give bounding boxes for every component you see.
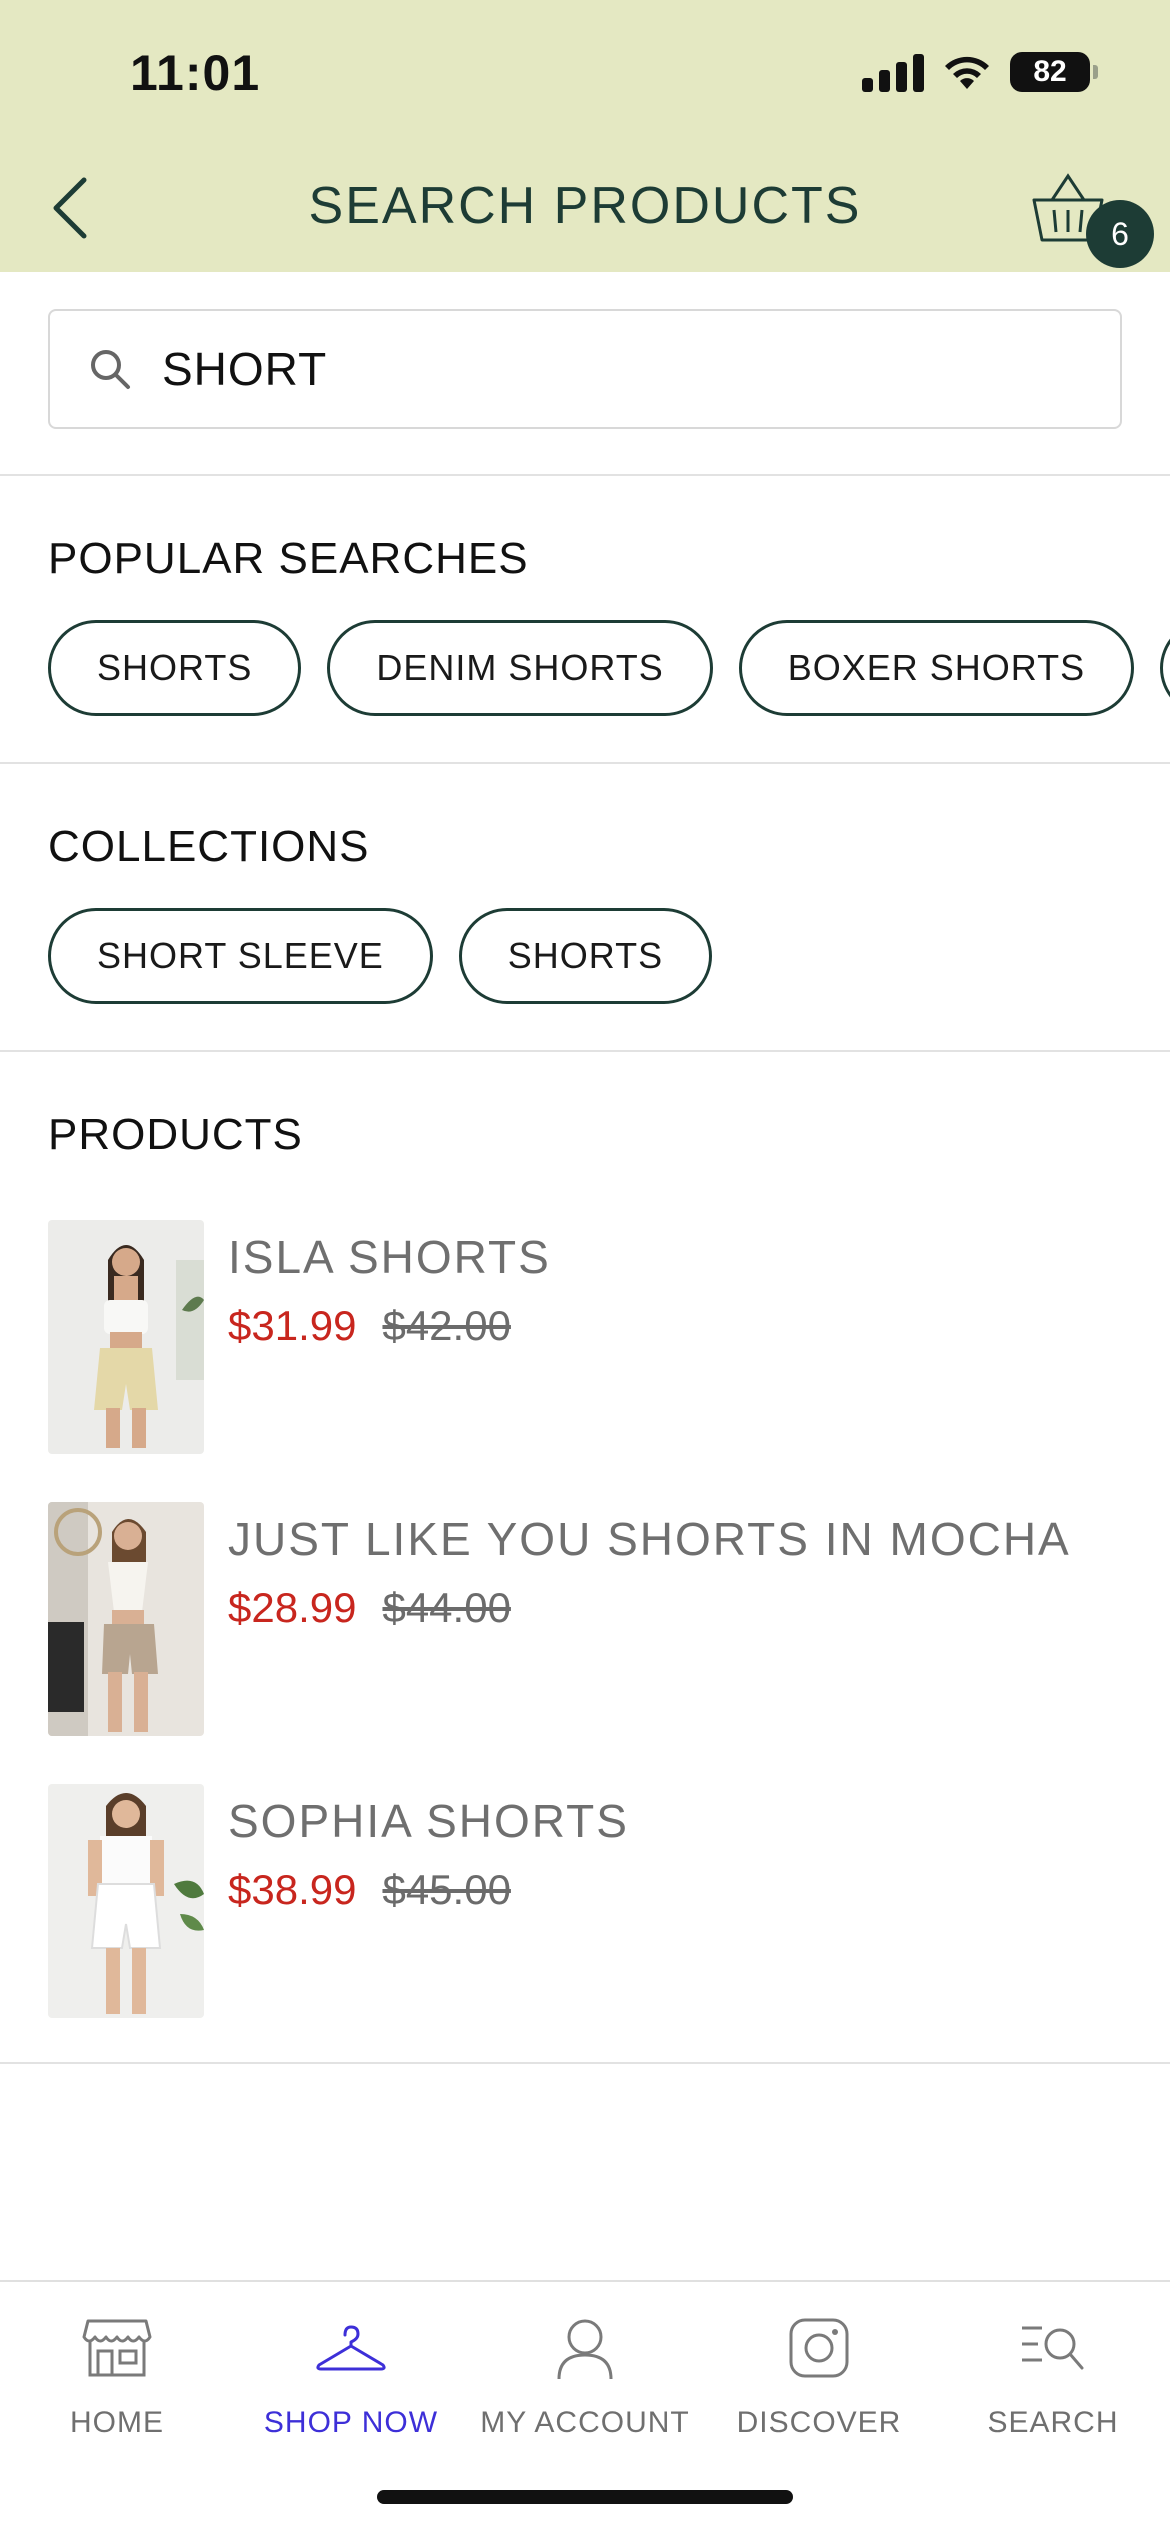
popular-searches-heading: POPULAR SEARCHES — [48, 534, 529, 583]
hanger-icon — [234, 2308, 468, 2388]
cart-count-badge: 6 — [1086, 200, 1154, 268]
divider — [0, 474, 1170, 476]
divider — [0, 1050, 1170, 1052]
search-icon — [88, 347, 132, 391]
tab-search[interactable]: SEARCH — [936, 2308, 1170, 2440]
sale-price: $31.99 — [228, 1302, 357, 1349]
cellular-signal-icon — [862, 52, 924, 92]
product-item[interactable]: ISLA SHORTS $31.99 $42.00 — [48, 1220, 1122, 1454]
tab-label: MY ACCOUNT — [480, 2406, 690, 2439]
tab-discover[interactable]: DISCOVER — [702, 2308, 936, 2440]
products-heading: PRODUCTS — [48, 1110, 303, 1159]
chip-boxer-shorts[interactable]: BOXER SHORTS — [738, 620, 1135, 716]
divider — [0, 762, 1170, 764]
popular-search-chips: SHORTS DENIM SHORTS BOXER SHORTS — [48, 620, 1170, 716]
status-time: 11:01 — [130, 45, 261, 101]
status-icons: 82 — [862, 52, 1098, 92]
search-input[interactable] — [162, 342, 1062, 396]
tab-label: DISCOVER — [736, 2406, 902, 2439]
page-title: SEARCH PRODUCTS — [308, 177, 862, 235]
original-price: $45.00 — [382, 1866, 511, 1913]
product-name: SOPHIA SHORTS — [228, 1795, 629, 1847]
tab-my-account[interactable]: MY ACCOUNT — [468, 2308, 702, 2440]
battery-icon: 82 — [1010, 52, 1098, 92]
tab-label: HOME — [70, 2406, 164, 2439]
original-price: $42.00 — [382, 1302, 511, 1349]
original-price: $44.00 — [382, 1584, 511, 1631]
chip-denim-shorts[interactable]: DENIM SHORTS — [327, 620, 713, 716]
app-header: 11:01 82 SEARCH PRODUCTS 6 — [0, 0, 1170, 272]
instagram-icon — [702, 2308, 936, 2388]
product-image — [48, 1784, 204, 2018]
divider — [0, 2062, 1170, 2064]
tab-shop-now[interactable]: SHOP NOW — [234, 2308, 468, 2440]
product-name: ISLA SHORTS — [228, 1231, 551, 1283]
collection-chips: SHORT SLEEVE SHORTS — [48, 908, 713, 1004]
home-indicator — [377, 2490, 793, 2504]
chip-shorts-collection[interactable]: SHORTS — [458, 908, 713, 1004]
storefront-icon — [0, 2308, 234, 2388]
chip-shorts[interactable]: SHORTS — [48, 620, 302, 716]
tab-label: SEARCH — [987, 2406, 1119, 2439]
collections-heading: COLLECTIONS — [48, 822, 370, 871]
search-field[interactable] — [48, 309, 1122, 429]
sale-price: $38.99 — [228, 1866, 357, 1913]
sale-price: $28.99 — [228, 1584, 357, 1631]
product-item[interactable]: JUST LIKE YOU SHORTS IN MOCHA $28.99 $44… — [48, 1502, 1122, 1736]
cart-button[interactable]: 6 — [1030, 168, 1154, 268]
wifi-icon — [945, 56, 989, 89]
product-item[interactable]: SOPHIA SHORTS $38.99 $45.00 — [48, 1784, 1122, 2018]
user-icon — [468, 2308, 702, 2388]
tab-label: SHOP NOW — [263, 2406, 439, 2439]
product-name: JUST LIKE YOU SHORTS IN MOCHA — [228, 1513, 1071, 1565]
product-image — [48, 1220, 204, 1454]
chip-short-sleeve[interactable]: SHORT SLEEVE — [48, 908, 433, 1004]
product-image — [48, 1502, 204, 1736]
tab-home[interactable]: HOME — [0, 2308, 234, 2440]
chip-more[interactable] — [1160, 620, 1170, 716]
search-list-icon — [936, 2308, 1170, 2388]
